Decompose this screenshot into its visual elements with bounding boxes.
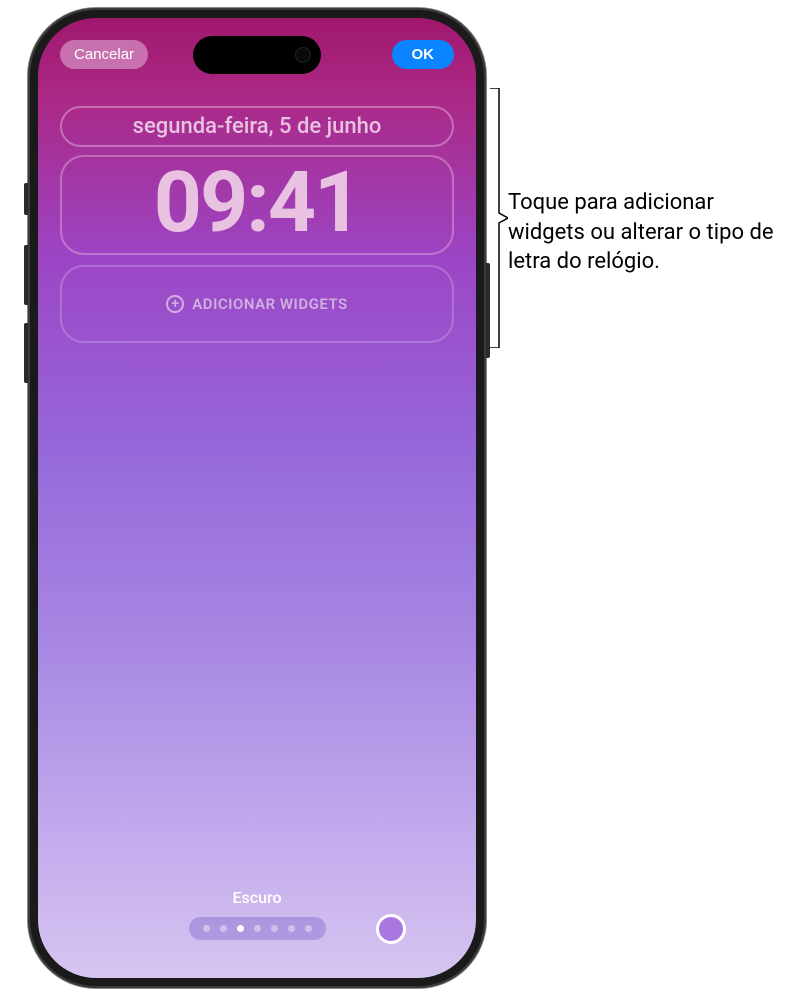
page-dot [305, 925, 312, 932]
page-dot [203, 925, 210, 932]
clock-time: 09:41 [78, 161, 436, 245]
clock-widget[interactable]: 09:41 [60, 155, 454, 255]
page-indicator[interactable] [189, 917, 326, 940]
ok-button[interactable]: OK [392, 40, 455, 69]
add-widgets-label: ADICIONAR WIDGETS [192, 295, 347, 313]
cancel-button[interactable]: Cancelar [60, 40, 148, 69]
bottom-controls: Escuro [38, 888, 476, 940]
mute-switch [24, 183, 28, 215]
bottom-row [66, 917, 448, 940]
page-dot-active [237, 925, 244, 932]
page-dot [220, 925, 227, 932]
dynamic-island [193, 36, 321, 74]
date-widget[interactable]: segunda-feira, 5 de junho [60, 106, 454, 147]
plus-circle-icon: + [166, 295, 184, 313]
page-dot [288, 925, 295, 932]
phone-screen: Cancelar OK segunda-feira, 5 de junho 09… [38, 18, 476, 978]
page-dot [254, 925, 261, 932]
phone-frame: Cancelar OK segunda-feira, 5 de junho 09… [28, 8, 486, 988]
widgets-area: segunda-feira, 5 de junho 09:41 + ADICIO… [60, 106, 454, 343]
bracket-icon [490, 88, 508, 348]
add-widgets-button[interactable]: + ADICIONAR WIDGETS [60, 265, 454, 343]
page-dot [271, 925, 278, 932]
front-camera [295, 47, 311, 63]
callout-text: Toque para adicionar widgets ou alterar … [508, 188, 778, 277]
callout-bracket [490, 88, 508, 348]
volume-up-button [24, 245, 28, 305]
date-text: segunda-feira, 5 de junho [78, 114, 436, 139]
style-label: Escuro [66, 888, 448, 907]
phone-side-buttons-left [24, 183, 28, 401]
color-picker-button[interactable] [376, 914, 406, 944]
volume-down-button [24, 323, 28, 383]
